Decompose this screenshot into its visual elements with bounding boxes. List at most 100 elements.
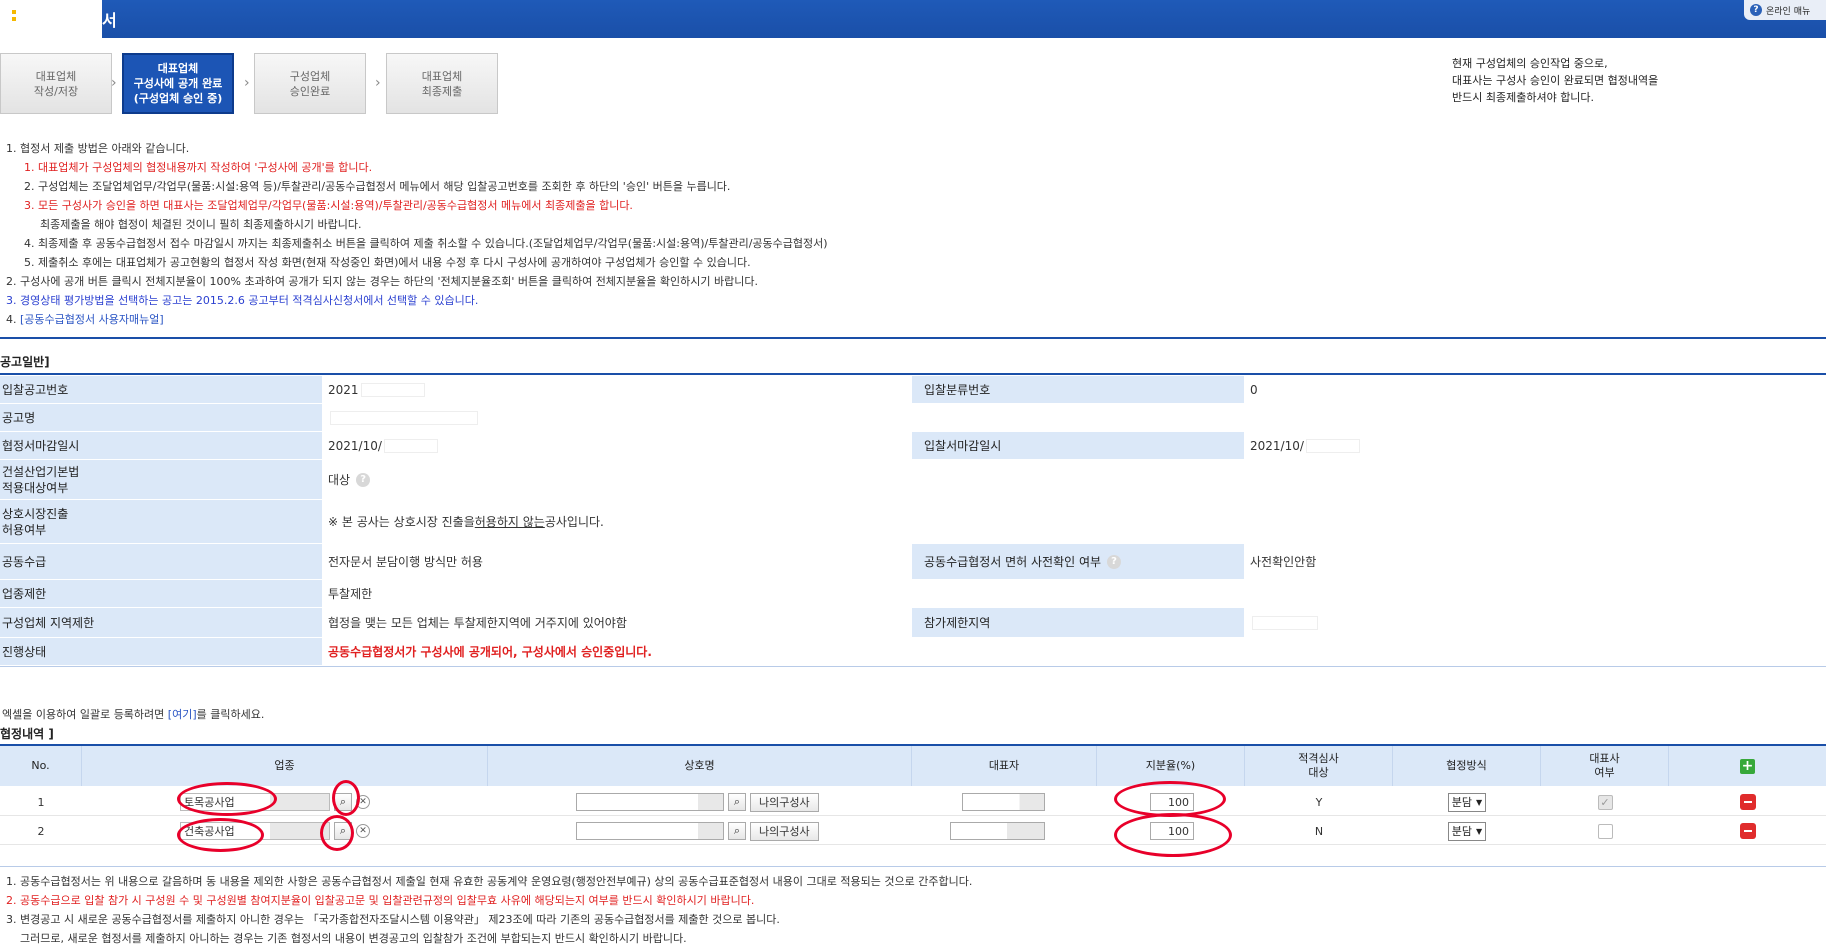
share-input[interactable]: 100 [1150, 793, 1194, 811]
page-title: 서 [102, 11, 117, 30]
instruction-1-3b: 최종제출을 해야 협정이 체결된 것이니 필히 최종제출하시기 바랍니다. [40, 218, 362, 231]
value-mutual-market: ※ 본 공사는 상호시장 진출을 허용하지 않는 공사입니다. [328, 515, 604, 529]
label-mutual-market: 상호시장진출 허용여부 [0, 500, 322, 543]
logo-mark-icon [12, 10, 16, 26]
note-3: 3. 변경공고 시 새로운 공동수급협정서를 제출하지 아니한 경우는 「국가종… [6, 913, 780, 926]
industry-clear-button[interactable]: ✕ [356, 795, 370, 809]
rep-cell [1541, 817, 1669, 845]
step-rep-final-submit: 대표업체 최종제출 [386, 53, 498, 114]
method-select[interactable]: 분담 ▼ [1447, 821, 1487, 841]
industry-input[interactable]: 토목공사업 [180, 793, 330, 811]
value-license-precheck: 사전확인안함 [1250, 555, 1317, 569]
instruction-1-3: 3. 모든 구성사가 승인을 하면 대표사는 조달업체업무/각업무(물품:시설:… [24, 199, 633, 212]
industry-input[interactable]: 건축공사업 [180, 822, 330, 840]
help-circle-icon: ? [1750, 4, 1762, 16]
agreement-table-header: No. 업종 상호명 대표자 지분율(%) 적격심사 대상 협정방식 대표사 여… [0, 744, 1826, 786]
share-cell: 100 [1150, 788, 1194, 816]
industry-clear-button[interactable]: ✕ [356, 824, 370, 838]
divider [0, 866, 1826, 867]
th-company: 상호명 [488, 746, 912, 786]
my-members-button[interactable]: 나의구성사 [750, 821, 819, 841]
delete-cell [1669, 817, 1826, 845]
note-2: 2. 공동수급으로 입찰 참가 시 구성원 수 및 구성원별 참여지분율이 입찰… [6, 894, 755, 907]
question-mark-icon[interactable]: ? [356, 472, 371, 487]
instruction-3: 3. 경영상태 평가방법을 선택하는 공고는 2015.2.6 공고부터 적격심… [6, 294, 479, 307]
ceo-cell [950, 817, 1048, 845]
delete-cell [1669, 788, 1826, 816]
info-row-industry-limit: 업종제한 투찰제한 [0, 580, 1826, 608]
company-cell: ⌕ 나의구성사 [576, 817, 836, 845]
industry-limit-link[interactable]: 투찰제한 [322, 580, 372, 607]
value-notice-name [322, 404, 478, 431]
row-no: 1 [37, 795, 45, 809]
share-input[interactable]: 100 [1150, 822, 1194, 840]
delete-row-button[interactable] [1739, 823, 1756, 839]
section-agreement-title: 협정내역 ] [0, 727, 54, 741]
company-search-button[interactable]: ⌕ [728, 822, 746, 840]
industry-search-button[interactable]: ⌕ [334, 822, 352, 840]
instructions: 1. 협정서 제출 방법은 아래와 같습니다. 1. 대표업체가 구성업체의 협… [6, 139, 828, 329]
value-deadline: 2021/10/ [322, 432, 438, 459]
method-select[interactable]: 분담 ▼ [1447, 792, 1487, 812]
label-construction-act: 건설산업기본법 적용대상여부 [0, 460, 322, 499]
ceo-input[interactable] [950, 822, 1045, 840]
value-region-limit: 협정을 맺는 모든 업체는 투찰제한지역에 거주지에 있어야함 [328, 616, 627, 630]
value-construction-act: 대상? [322, 460, 371, 499]
instruction-1-5: 5. 제출취소 후에는 대표업체가 공고현황의 협정서 작성 화면(현재 작성중… [24, 256, 751, 269]
company-search-button[interactable]: ⌕ [728, 793, 746, 811]
step-arrow-icon: › [111, 75, 117, 91]
label-deadline: 협정서마감일시 [0, 432, 322, 459]
value-participation-region [1244, 608, 1318, 637]
step-arrow-icon: › [244, 75, 250, 91]
instruction-4-num: 4. [6, 313, 20, 326]
note-3b: 그러므로, 새로운 협정서를 제출하지 아니하는 경우는 기존 협정서의 내용이… [20, 932, 687, 945]
label-participation-region: 참가제한지역 [912, 608, 1244, 637]
industry-search-button[interactable]: ⌕ [334, 793, 352, 811]
delete-row-button[interactable] [1739, 794, 1756, 810]
label-license-precheck: 공동수급협정서 면허 사전확인 여부? [912, 544, 1244, 579]
add-row-button[interactable]: + [1740, 758, 1755, 774]
logo [0, 0, 102, 38]
label-notice-name: 공고명 [0, 404, 322, 431]
th-add: + [1669, 746, 1826, 786]
company-input[interactable] [576, 822, 724, 840]
divider [0, 337, 1826, 339]
method-cell: 분담 ▼ [1393, 817, 1541, 845]
info-row-region-limit: 구성업체 지역제한 협정을 맺는 모든 업체는 투찰제한지역에 거주지에 있어야… [0, 608, 1826, 638]
info-row-status: 진행상태 공동수급협정서가 구성사에 공개되어, 구성사에서 승인중입니다. [0, 638, 1826, 666]
label-status: 진행상태 [0, 638, 322, 665]
step-rep-publish-active: 대표업체 구성사에 공개 완료 (구성업체 승인 중) [122, 53, 234, 114]
value-joint-supply: 전자문서 분담이행 방식만 허용 [328, 555, 483, 569]
rep-checkbox[interactable] [1597, 823, 1613, 839]
excel-upload-link[interactable]: [여기] [168, 708, 197, 721]
company-input[interactable] [576, 793, 724, 811]
table-row: 1 토목공사업 ⌕ ✕ ⌕ 나의구성사 100 Y 분담 ▼ ✓ [0, 788, 1826, 816]
info-row-construction-act: 건설산업기본법 적용대상여부 대상? [0, 460, 1826, 500]
qual-value: Y [1315, 795, 1323, 809]
value-status: 공동수급협정서가 구성사에 공개되어, 구성사에서 승인중입니다. [328, 645, 652, 659]
my-members-button[interactable]: 나의구성사 [750, 792, 819, 812]
qual-value: N [1314, 824, 1324, 838]
excel-upload-note: 엑셀을 이용하여 일괄로 등록하려면 [여기]를 클릭하세요. [2, 708, 265, 721]
industry-cell: 토목공사업 ⌕ ✕ [180, 788, 380, 816]
info-row-deadline: 협정서마감일시 2021/10/ 입찰서마감일시 2021/10/ [0, 432, 1826, 460]
th-qual: 적격심사 대상 [1245, 746, 1393, 786]
th-share: 지분율(%) [1097, 746, 1245, 786]
user-manual-link[interactable]: [공동수급협정서 사용자매뉴얼] [20, 313, 164, 326]
info-row-mutual-market: 상호시장진출 허용여부 ※ 본 공사는 상호시장 진출을 허용하지 않는 공사입… [0, 500, 1826, 544]
instruction-2: 2. 구성사에 공개 버튼 클릭시 전체지분율이 100% 초과하여 공개가 되… [6, 275, 758, 288]
ceo-input[interactable] [962, 793, 1045, 811]
label-bid-class: 입찰분류번호 [912, 376, 1244, 403]
online-menu-button[interactable]: ? 온라인 매뉴 [1744, 0, 1826, 20]
instruction-1: 1. 협정서 제출 방법은 아래와 같습니다. [6, 142, 190, 155]
method-cell: 분담 ▼ [1393, 788, 1541, 816]
question-mark-icon[interactable]: ? [1107, 554, 1122, 569]
label-industry-limit: 업종제한 [0, 580, 322, 607]
th-no: No. [0, 746, 82, 786]
table-row: 2 건축공사업 ⌕ ✕ ⌕ 나의구성사 100 N 분담 ▼ [0, 817, 1826, 845]
chevron-down-icon: ▼ [1476, 826, 1483, 836]
share-cell: 100 [1150, 817, 1194, 845]
th-industry: 업종 [82, 746, 488, 786]
info-row-joint-supply: 공동수급 전자문서 분담이행 방식만 허용 공동수급협정서 면허 사전확인 여부… [0, 544, 1826, 580]
rep-checkbox-checked[interactable]: ✓ [1597, 794, 1613, 810]
